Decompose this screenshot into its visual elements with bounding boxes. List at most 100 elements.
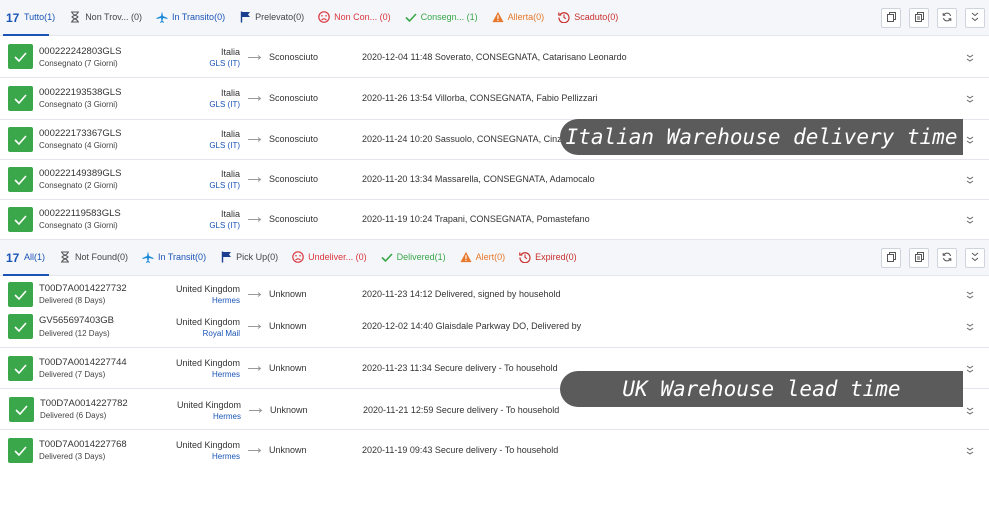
- carrier-link[interactable]: GLS (IT): [209, 59, 240, 68]
- copy-all-button[interactable]: [909, 248, 929, 268]
- sad-face-icon: [318, 11, 330, 23]
- table-row[interactable]: T00D7A0014227768 Delivered (3 Days) Unit…: [0, 431, 989, 471]
- copy-button[interactable]: [881, 8, 901, 28]
- tracking-number[interactable]: 000222242803GLS: [39, 46, 121, 57]
- collapse-button[interactable]: [965, 8, 985, 28]
- carrier-link[interactable]: GLS (IT): [209, 141, 240, 150]
- tab-all[interactable]: 17 Tutto(1): [6, 11, 55, 23]
- table-row[interactable]: 000222242803GLS Consegnato (7 Giorni) It…: [0, 38, 989, 78]
- uk-tracking-panel: 17 All(1) Not Found(0) In Transit(0) Pic…: [0, 240, 989, 471]
- copy-button[interactable]: [881, 248, 901, 268]
- expand-icon[interactable]: [966, 365, 974, 373]
- tab-pick-up[interactable]: Pick Up(0): [220, 251, 278, 263]
- arrow-right-icon: [248, 96, 262, 101]
- table-row[interactable]: T00D7A0014227732 Delivered (8 Days) Unit…: [0, 277, 989, 310]
- tab-pick-up[interactable]: Prelevato(0): [239, 11, 304, 23]
- arrow-right-icon: [248, 55, 262, 60]
- arrow-right-icon: [249, 408, 263, 413]
- tab-delivered[interactable]: Consegn... (1): [405, 11, 478, 23]
- arrow-right-icon: [248, 177, 262, 182]
- carrier-link[interactable]: Hermes: [212, 296, 240, 305]
- tab-alert[interactable]: Allerta(0): [492, 11, 545, 23]
- table-row[interactable]: 000222119583GLS Consegnato (3 Giorni) It…: [0, 201, 989, 240]
- tab-expired[interactable]: Expired(0): [519, 251, 577, 263]
- toolbar: [873, 8, 985, 28]
- carrier-link[interactable]: GLS (IT): [209, 221, 240, 230]
- tracking-number[interactable]: T00D7A0014227768: [39, 439, 127, 450]
- copy-icon: [886, 12, 896, 24]
- toolbar: [873, 248, 985, 268]
- latest-event: 2020-11-26 13:54 Villorba, CONSEGNATA, F…: [362, 93, 598, 103]
- tab-all[interactable]: 17 All(1): [6, 251, 45, 263]
- delivery-status: Delivered (7 Days): [39, 370, 106, 379]
- carrier-link[interactable]: Hermes: [212, 452, 240, 461]
- tab-label: Allerta(0): [507, 12, 545, 22]
- carrier-link[interactable]: GLS (IT): [209, 181, 240, 190]
- expand-icon[interactable]: [966, 176, 974, 184]
- destination-country: Unknown: [269, 289, 307, 299]
- flag-icon: [220, 251, 232, 263]
- origin-country: Italia: [220, 169, 240, 179]
- expand-icon[interactable]: [966, 447, 974, 455]
- carrier-link[interactable]: GLS (IT): [209, 100, 240, 109]
- destination-country: Sconosciuto: [269, 214, 319, 224]
- tab-alert[interactable]: Alert(0): [460, 251, 505, 263]
- italy-tracking-panel: 17 Tutto(1) Non Trov... (0) In Transito(…: [0, 0, 989, 240]
- tracking-number[interactable]: 000222193538GLS: [39, 87, 121, 98]
- tracking-number[interactable]: T00D7A0014227782: [40, 398, 128, 409]
- copy-all-button[interactable]: [909, 8, 929, 28]
- table-row[interactable]: 000222193538GLS Consegnato (3 Giorni) It…: [0, 79, 989, 120]
- copy-all-icon: [914, 252, 924, 264]
- tab-label: Undeliver... (0): [308, 252, 367, 262]
- status-tabs: 17 All(1) Not Found(0) In Transit(0) Pic…: [6, 251, 591, 263]
- flag-icon: [239, 11, 251, 23]
- tab-label: Not Found(0): [75, 252, 129, 262]
- tab-not-found[interactable]: Non Trov... (0): [69, 11, 142, 23]
- tracking-number[interactable]: GV565697403GB: [39, 315, 114, 326]
- tab-label: Tutto(1): [24, 12, 56, 22]
- collapse-button[interactable]: [965, 248, 985, 268]
- tab-expired[interactable]: Scaduto(0): [558, 11, 618, 23]
- expand-icon[interactable]: [966, 136, 974, 144]
- table-row[interactable]: GV565697403GB Delivered (12 Days) United…: [0, 310, 989, 348]
- latest-event: 2020-12-02 14:40 Glaisdale Parkway DO, D…: [362, 321, 582, 331]
- destination-country: Sconosciuto: [269, 134, 319, 144]
- expand-icon[interactable]: [966, 407, 974, 415]
- destination-country: Unknown: [269, 445, 307, 455]
- delivered-status-icon: [8, 167, 33, 192]
- expand-icon[interactable]: [966, 54, 974, 62]
- carrier-link[interactable]: Royal Mail: [203, 329, 240, 338]
- tab-delivered[interactable]: Delivered(1): [381, 251, 446, 263]
- tab-undelivered[interactable]: Undeliver... (0): [292, 251, 367, 263]
- expand-icon[interactable]: [966, 95, 974, 103]
- carrier-link[interactable]: Hermes: [212, 370, 240, 379]
- tracking-number[interactable]: 000222119583GLS: [39, 208, 121, 219]
- refresh-button[interactable]: [937, 248, 957, 268]
- latest-event: 2020-11-23 14:12 Delivered, signed by ho…: [362, 289, 561, 299]
- expand-icon[interactable]: [966, 216, 974, 224]
- warning-icon: [460, 251, 472, 263]
- table-row[interactable]: 000222149389GLS Consegnato (2 Giorni) It…: [0, 161, 989, 200]
- origin-country: Italia: [220, 129, 240, 139]
- tracking-number[interactable]: T00D7A0014227744: [39, 357, 127, 368]
- expand-icon[interactable]: [966, 323, 974, 331]
- refresh-button[interactable]: [937, 8, 957, 28]
- origin-country: Italia: [220, 209, 240, 219]
- tab-in-transit[interactable]: In Transito(0): [156, 11, 225, 23]
- latest-event: 2020-11-19 10:24 Trapani, CONSEGNATA, Po…: [362, 214, 590, 224]
- tab-in-transit[interactable]: In Transit(0): [142, 251, 206, 263]
- delivery-status: Consegnato (3 Giorni): [39, 100, 118, 109]
- expand-icon[interactable]: [966, 291, 974, 299]
- arrow-right-icon: [248, 292, 262, 297]
- tab-label: All(1): [24, 252, 46, 262]
- origin-country: Italia: [220, 47, 240, 57]
- carrier-link[interactable]: Hermes: [213, 412, 241, 421]
- tab-undelivered[interactable]: Non Con... (0): [318, 11, 391, 23]
- history-icon: [519, 251, 531, 263]
- tab-not-found[interactable]: Not Found(0): [59, 251, 128, 263]
- status-tabs: 17 Tutto(1) Non Trov... (0) In Transito(…: [6, 11, 632, 23]
- tracking-number[interactable]: 000222149389GLS: [39, 168, 121, 179]
- origin-country: United Kingdom: [175, 440, 240, 450]
- tracking-number[interactable]: 000222173367GLS: [39, 128, 121, 139]
- tracking-number[interactable]: T00D7A0014227732: [39, 283, 127, 294]
